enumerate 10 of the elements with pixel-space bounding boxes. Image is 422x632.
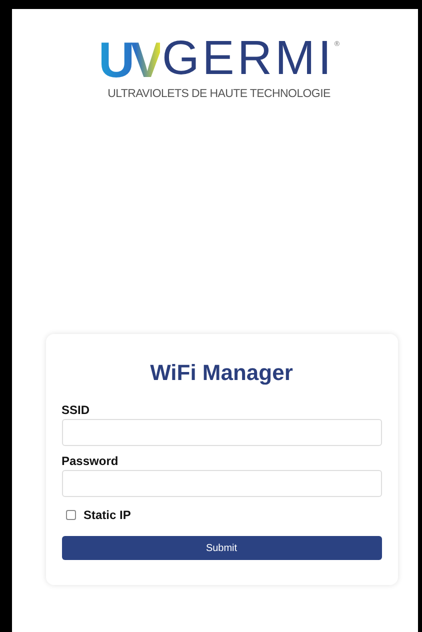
input-field[interactable] — [62, 419, 382, 446]
field-label: SSID — [62, 403, 91, 417]
form-title: WiFi Manager — [149, 360, 294, 386]
submit-button[interactable]: Submit — [62, 536, 382, 560]
logo-name: GERMI — [162, 35, 334, 83]
checkbox[interactable] — [66, 510, 76, 520]
input-field[interactable] — [62, 470, 382, 497]
checkbox-label: Static IP — [84, 508, 131, 522]
logo-tagline: ULTRAVIOLETS DE HAUTE TECHNOLOGIE — [108, 88, 330, 100]
field-label: Password — [62, 454, 120, 468]
